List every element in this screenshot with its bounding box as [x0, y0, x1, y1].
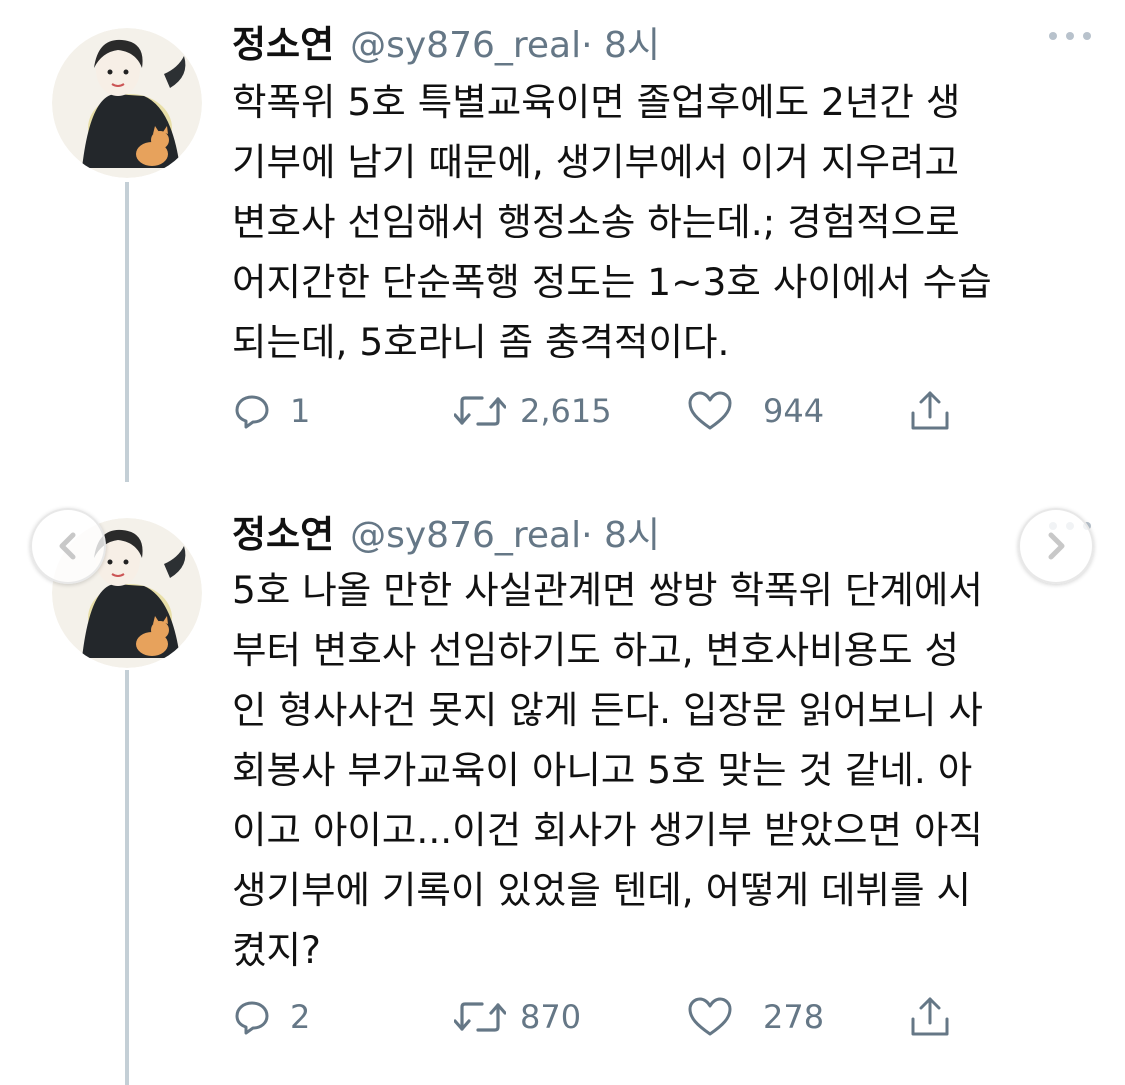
reply-count: 2 [290, 998, 311, 1036]
like-button[interactable]: 944 [687, 386, 824, 436]
tweet-text: 학폭위 5호 특별교육이면 졸업후에도 2년간 생 기부에 남기 때문에, 생기… [232, 80, 992, 364]
tweet-actions: 2 870 278 [232, 992, 992, 1042]
reply-button[interactable]: 1 [232, 386, 310, 436]
retweet-count: 870 [520, 998, 582, 1036]
share-button[interactable] [908, 386, 952, 436]
retweet-icon [454, 396, 506, 426]
reply-count: 1 [290, 392, 311, 430]
retweet-button[interactable]: 870 [454, 992, 581, 1042]
user-handle[interactable]: @sy876_real [350, 515, 581, 556]
display-name[interactable]: 정소연 [232, 504, 334, 558]
user-handle[interactable]: @sy876_real [350, 25, 581, 66]
tweet[interactable]: 정소연 @sy876_real · 8시 학폭위 5호 특별교육이면 졸업후에도… [0, 0, 1125, 470]
chevron-left-icon [59, 532, 76, 560]
like-icon [688, 391, 732, 430]
like-icon [688, 997, 732, 1036]
display-name[interactable]: 정소연 [232, 14, 334, 68]
share-button[interactable] [908, 992, 952, 1042]
timestamp[interactable]: · 8시 [581, 506, 660, 558]
like-button[interactable]: 278 [687, 992, 824, 1042]
more-icon[interactable] [1047, 30, 1093, 42]
retweet-button[interactable]: 2,615 [454, 386, 612, 436]
chevron-right-icon [1048, 532, 1065, 560]
avatar[interactable] [52, 28, 202, 178]
retweet-icon [454, 1002, 506, 1032]
retweet-count: 2,615 [520, 392, 612, 430]
tweet-text: 5호 나올 만한 사실관계면 쌍방 학폭위 단계에서 부터 변호사 선임하기도 … [232, 568, 983, 972]
tweet[interactable]: 정소연 @sy876_real · 8시 5호 나올 만한 사실관계면 쌍방 학… [0, 490, 1125, 1085]
reply-icon [235, 1001, 269, 1035]
share-icon [911, 391, 949, 430]
carousel-prev-button[interactable] [30, 508, 106, 584]
share-icon [911, 997, 949, 1036]
like-count: 944 [763, 392, 825, 430]
reply-icon [235, 395, 269, 429]
tweet-header: 정소연 @sy876_real · 8시 [232, 504, 660, 564]
like-count: 278 [763, 998, 825, 1036]
reply-button[interactable]: 2 [232, 992, 310, 1042]
timestamp[interactable]: · 8시 [581, 16, 660, 68]
carousel-next-button[interactable] [1018, 508, 1094, 584]
tweet-actions: 1 2,615 944 [232, 386, 992, 436]
tweet-header: 정소연 @sy876_real · 8시 [232, 14, 660, 74]
